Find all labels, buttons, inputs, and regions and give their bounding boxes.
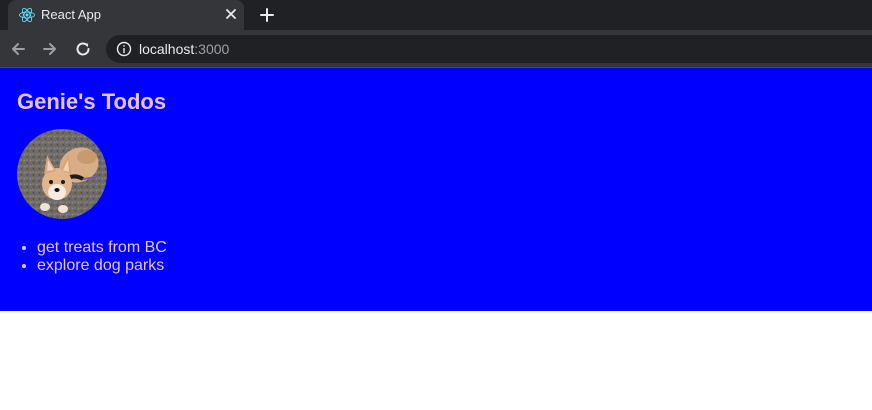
arrow-right-icon[interactable]: [41, 40, 59, 58]
plus-icon[interactable]: [258, 6, 276, 24]
page-title: Genie's Todos: [17, 89, 167, 114]
url-text: localhost:3000: [139, 41, 229, 57]
tab-title: React App: [41, 7, 101, 22]
dog-photo: [17, 129, 107, 219]
arrow-left-icon[interactable]: [9, 40, 27, 58]
react-logo-icon: [19, 7, 35, 23]
avatar: [17, 129, 107, 219]
url-port: :3000: [194, 41, 230, 57]
info-icon[interactable]: [116, 41, 132, 57]
reload-icon[interactable]: [74, 40, 92, 58]
tab-react-app[interactable]: React App: [8, 0, 244, 30]
browser-toolbar: localhost:3000: [0, 30, 872, 68]
todo-item: explore dog parks: [37, 257, 167, 275]
todo-list: get treats from BC explore dog parks: [37, 239, 167, 275]
tab-strip: React App: [0, 0, 872, 30]
url-host: localhost: [139, 41, 195, 57]
close-icon[interactable]: [224, 7, 238, 21]
todo-item: get treats from BC: [37, 239, 167, 257]
address-bar[interactable]: localhost:3000: [106, 35, 872, 63]
app-container: Genie's Todos • get treats from BC • exp…: [0, 68, 872, 311]
